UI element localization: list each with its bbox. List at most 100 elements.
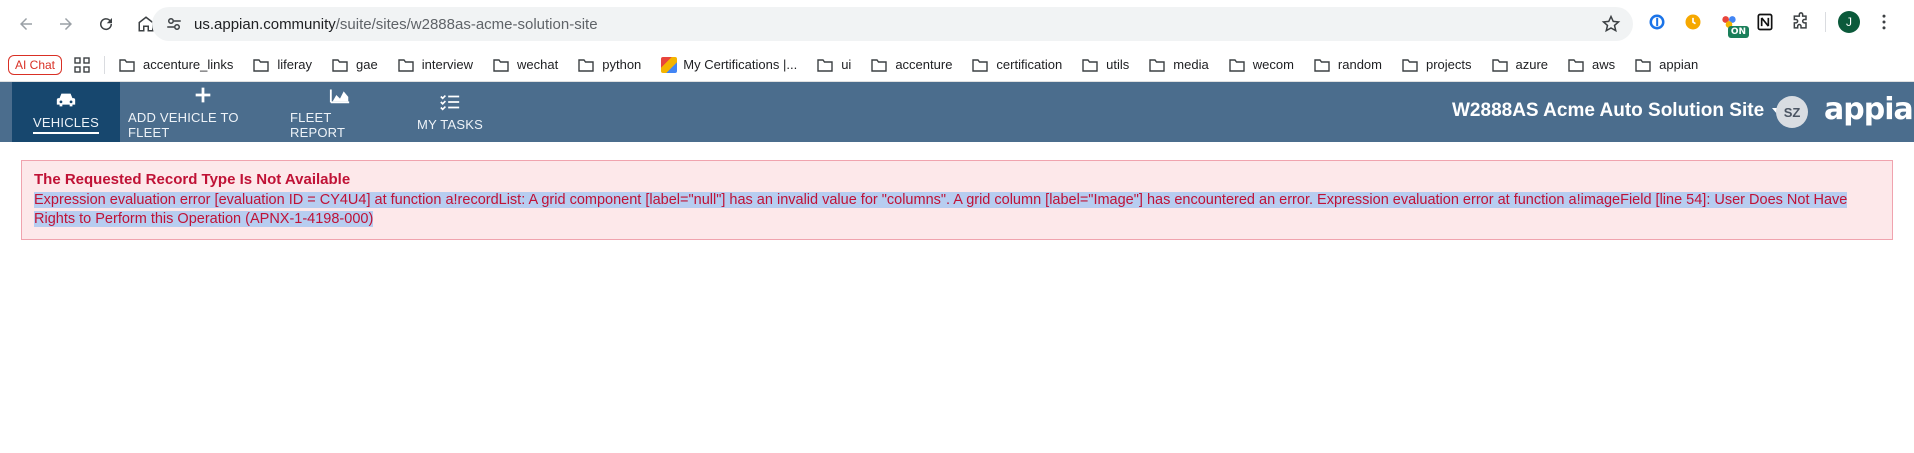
menu-icon[interactable] xyxy=(1872,10,1896,34)
bookmark-label: interview xyxy=(421,57,474,72)
bookmark-item[interactable]: wechat xyxy=(493,57,558,72)
tab-add-vehicle-label: ADD VEHICLE TO FLEET xyxy=(128,109,239,140)
extension-clock-icon[interactable] xyxy=(1681,10,1705,34)
bookmark-label: accenture_links xyxy=(143,57,234,72)
back-button[interactable] xyxy=(8,6,44,42)
folder-icon xyxy=(119,58,135,72)
favicon-icon xyxy=(661,56,678,73)
bookmark-label: accenture xyxy=(895,57,953,72)
bookmark-label: wecom xyxy=(1252,57,1294,72)
bookmark-label: random xyxy=(1337,57,1382,72)
folder-icon xyxy=(817,58,833,72)
bookmark-item[interactable]: azure xyxy=(1491,57,1549,72)
site-settings-icon[interactable] xyxy=(164,14,184,34)
folder-icon xyxy=(1568,58,1584,72)
arrow-left-icon xyxy=(20,18,32,30)
bookmark-label: liferay xyxy=(277,57,313,72)
extensions-puzzle-icon[interactable] xyxy=(1789,10,1813,34)
reload-button[interactable] xyxy=(88,6,124,42)
tab-vehicles[interactable]: VEHICLES xyxy=(12,82,120,142)
area-chart-icon xyxy=(329,89,350,103)
bookmark-label: aws xyxy=(1592,57,1616,72)
bookmark-label: projects xyxy=(1425,57,1472,72)
reload-icon xyxy=(100,18,113,31)
arrow-right-icon xyxy=(60,18,72,30)
bookmark-item[interactable]: gae xyxy=(332,57,378,72)
folder-icon xyxy=(1314,58,1330,72)
bookmark-item[interactable]: random xyxy=(1314,57,1382,72)
extension-colorful-icon[interactable]: ON xyxy=(1717,10,1749,38)
error-details: Expression evaluation error [evaluation … xyxy=(34,191,1880,229)
bookmark-item[interactable]: interview xyxy=(398,57,473,72)
folder-icon xyxy=(1229,58,1245,72)
bookmark-label: python xyxy=(602,57,642,72)
ai-chat-button[interactable]: AI Chat xyxy=(8,54,63,75)
folder-icon xyxy=(972,58,989,72)
bookmark-star-icon[interactable] xyxy=(1601,14,1621,34)
folder-icon xyxy=(871,58,888,72)
bookmark-item[interactable]: certification xyxy=(972,57,1062,72)
tab-fleet-report[interactable]: FLEET REPORT xyxy=(290,82,390,142)
bookmark-label: media xyxy=(1173,57,1209,72)
bookmark-label: ui xyxy=(841,57,852,72)
folder-icon xyxy=(1402,58,1418,72)
folder-icon xyxy=(578,58,594,72)
extensions-area: ON J xyxy=(1645,10,1896,38)
tab-add-vehicle[interactable]: ADD VEHICLE TO FLEET xyxy=(128,82,278,142)
bookmark-item[interactable]: accenture xyxy=(871,57,952,72)
extension-on-badge: ON xyxy=(1727,26,1749,38)
extension-1password-icon[interactable] xyxy=(1645,10,1669,34)
site-selector[interactable]: W2888AS Acme Auto Solution Site xyxy=(1452,100,1783,122)
error-title: The Requested Record Type Is Not Availab… xyxy=(34,171,351,188)
bookmark-label: azure xyxy=(1515,57,1549,72)
tab-fleet-report-label: FLEET REPORT xyxy=(290,109,346,140)
folder-icon xyxy=(253,58,270,72)
bookmark-label: utils xyxy=(1106,57,1130,72)
appian-logo[interactable]: appian xyxy=(1824,92,1914,127)
bookmark-label: My Certifications |... xyxy=(683,57,798,72)
url-path: /suite/sites/w2888as-acme-solution-site xyxy=(335,15,598,33)
folder-icon xyxy=(1491,58,1508,72)
url-text: us.appian.community/suite/sites/w2888as-… xyxy=(194,16,1601,33)
bookmark-item[interactable]: liferay xyxy=(253,57,312,72)
bookmark-item[interactable]: My Certifications |... xyxy=(661,56,798,73)
error-message-box: The Requested Record Type Is Not Availab… xyxy=(21,160,1893,240)
bookmark-item[interactable]: ui xyxy=(817,57,851,72)
bookmark-label: certification xyxy=(996,57,1063,72)
bookmark-label: gae xyxy=(356,57,378,72)
user-avatar[interactable]: SZ xyxy=(1776,96,1808,128)
toolbar-divider xyxy=(1825,12,1826,32)
folder-icon xyxy=(332,58,348,72)
error-details-text: Expression evaluation error [evaluation … xyxy=(34,192,1848,227)
apps-grid-icon[interactable] xyxy=(74,56,90,73)
site-name: W2888AS Acme Auto Solution Site xyxy=(1452,100,1765,121)
profile-avatar[interactable]: J xyxy=(1838,11,1860,33)
tab-my-tasks[interactable]: MY TASKS xyxy=(410,82,490,142)
bookmark-item[interactable]: aws xyxy=(1568,57,1615,72)
bookmark-item[interactable]: utils xyxy=(1082,57,1129,72)
bookmark-item[interactable]: accenture_links xyxy=(119,57,233,72)
bookmark-item[interactable]: python xyxy=(578,57,641,72)
folder-icon xyxy=(1082,58,1098,72)
forward-button[interactable] xyxy=(48,6,84,42)
plus-icon xyxy=(195,87,211,102)
bookmark-item[interactable]: projects xyxy=(1402,57,1472,72)
car-icon xyxy=(56,93,76,107)
bookmark-list: accenture_links liferay gae interview wechat… xyxy=(119,56,1718,73)
folder-icon xyxy=(1635,58,1651,72)
bookmark-item[interactable]: appian xyxy=(1635,57,1698,72)
bookmark-item[interactable]: media xyxy=(1149,57,1209,72)
bookmarks-bar: AI Chat accenture_links liferay gae intervi… xyxy=(0,48,1914,82)
tab-my-tasks-label: MY TASKS xyxy=(417,117,483,132)
folder-icon xyxy=(493,58,509,72)
bookmark-separator xyxy=(104,55,106,74)
address-bar[interactable]: us.appian.community/suite/sites/w2888as-… xyxy=(152,7,1633,41)
folder-icon xyxy=(398,58,414,72)
app-header: VEHICLES ADD VEHICLE TO FLEET FLEET REPO… xyxy=(0,82,1914,142)
extension-notion-icon[interactable] xyxy=(1753,10,1777,34)
tab-vehicles-label: VEHICLES xyxy=(33,115,99,134)
url-host: us.appian.community xyxy=(194,15,336,33)
folder-icon xyxy=(1149,58,1165,72)
bookmark-item[interactable]: wecom xyxy=(1229,57,1294,72)
bookmark-label: appian xyxy=(1659,57,1699,72)
